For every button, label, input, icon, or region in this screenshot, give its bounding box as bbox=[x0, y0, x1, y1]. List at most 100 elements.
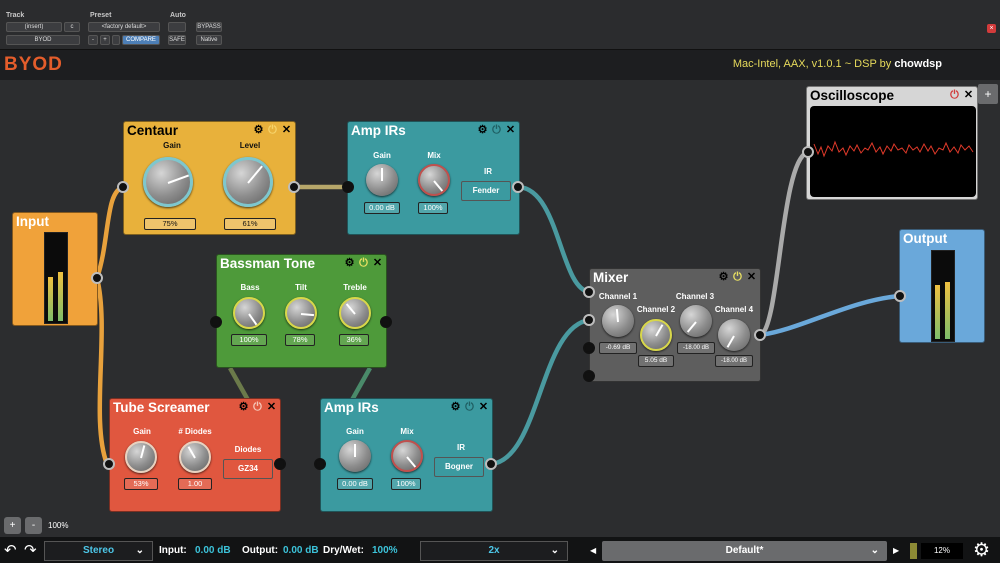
mixer-input-port-1[interactable] bbox=[583, 286, 595, 298]
mode-selector[interactable]: Stereo ⌄ bbox=[44, 541, 153, 561]
amp-irs-2-input-port[interactable] bbox=[314, 458, 326, 470]
bass-value[interactable]: 100% bbox=[231, 334, 267, 346]
settings-icon[interactable]: ⚙ bbox=[477, 124, 488, 136]
treble-value[interactable]: 36% bbox=[339, 334, 369, 346]
gain-value[interactable]: 0.00 dB bbox=[364, 202, 400, 214]
channel-2-value[interactable]: 5.05 dB bbox=[638, 355, 674, 367]
tube-screamer-input-port[interactable] bbox=[103, 458, 115, 470]
close-icon[interactable]: ✕ bbox=[478, 401, 489, 413]
mixer-output-port[interactable] bbox=[754, 329, 766, 341]
tube-screamer-output-port[interactable] bbox=[274, 458, 286, 470]
settings-icon[interactable]: ⚙ bbox=[718, 271, 729, 283]
output-gain-value[interactable]: 0.00 dB bbox=[283, 545, 319, 556]
centaur-input-port[interactable] bbox=[117, 181, 129, 193]
power-icon[interactable]: ⏻ bbox=[949, 89, 960, 101]
power-icon[interactable]: ⏻ bbox=[491, 124, 502, 136]
settings-icon[interactable]: ⚙ bbox=[238, 401, 249, 413]
close-icon[interactable]: ✕ bbox=[266, 401, 277, 413]
mixer-input-port-3[interactable] bbox=[583, 342, 595, 354]
tilt-knob[interactable] bbox=[285, 297, 317, 329]
channel-4-value[interactable]: -18.00 dB bbox=[715, 355, 753, 367]
oversampling-selector[interactable]: 2x ⌄ bbox=[420, 541, 568, 561]
power-icon[interactable]: ⏻ bbox=[358, 257, 369, 269]
cable-ampirs-mixer[interactable] bbox=[518, 184, 591, 295]
power-icon[interactable]: ⏻ bbox=[252, 401, 263, 413]
oscilloscope-module[interactable]: Oscilloscope ⏻ ✕ bbox=[806, 86, 978, 200]
settings-icon[interactable]: ⚙ bbox=[253, 124, 264, 136]
cable-bassman-ampirs[interactable] bbox=[350, 366, 372, 402]
input-module[interactable]: Input bbox=[12, 212, 98, 326]
amp-irs-input-port[interactable] bbox=[342, 181, 354, 193]
gain-value[interactable]: 53% bbox=[124, 478, 158, 490]
add-module-button[interactable]: + bbox=[978, 84, 998, 104]
centaur-output-port[interactable] bbox=[288, 181, 300, 193]
settings-icon[interactable]: ⚙ bbox=[450, 401, 461, 413]
channel-3-value[interactable]: -18.00 dB bbox=[677, 342, 715, 354]
treble-knob[interactable] bbox=[339, 297, 371, 329]
diodes-count-value[interactable]: 1.00 bbox=[178, 478, 212, 490]
oscilloscope-input-port[interactable] bbox=[802, 146, 814, 158]
close-icon[interactable]: ✕ bbox=[505, 124, 516, 136]
power-icon[interactable]: ⏻ bbox=[267, 124, 278, 136]
output-module[interactable]: Output bbox=[899, 229, 985, 343]
level-knob[interactable] bbox=[223, 157, 273, 207]
bassman-output-port[interactable] bbox=[380, 316, 392, 328]
previous-preset-icon[interactable]: ◀ bbox=[590, 546, 596, 555]
bassman-input-port[interactable] bbox=[210, 316, 222, 328]
amp-irs-module-2[interactable]: Amp IRs ⚙ ⏻ ✕ Gain 0.00 dB Mix 100% IR Bog… bbox=[320, 398, 493, 512]
diodes-count-knob[interactable] bbox=[179, 441, 211, 473]
redo-icon[interactable]: ↷ bbox=[24, 541, 37, 559]
mixer-input-port-2[interactable] bbox=[583, 314, 595, 326]
close-icon[interactable]: ✕ bbox=[963, 89, 974, 101]
gain-value[interactable]: 0.00 dB bbox=[337, 478, 373, 490]
level-value[interactable]: 61% bbox=[224, 218, 276, 230]
bass-knob[interactable] bbox=[233, 297, 265, 329]
dry-wet-value[interactable]: 100% bbox=[372, 545, 398, 556]
mixer-module[interactable]: Mixer ⚙ ⏻ ✕ Channel 1 -0.69 dB Channel 2 5… bbox=[589, 268, 761, 382]
channel-1-knob[interactable] bbox=[602, 305, 634, 337]
next-preset-icon[interactable]: ▶ bbox=[893, 546, 899, 555]
preset-selector[interactable]: Default* ⌄ bbox=[602, 541, 887, 561]
close-icon[interactable]: ✕ bbox=[746, 271, 757, 283]
mix-value[interactable]: 100% bbox=[418, 202, 448, 214]
zoom-in-button[interactable]: + bbox=[4, 517, 21, 534]
tube-screamer-module[interactable]: Tube Screamer ⚙ ⏻ ✕ Gain 53% # Diodes 1.00… bbox=[109, 398, 281, 512]
gain-knob[interactable] bbox=[143, 157, 193, 207]
bassman-tone-module[interactable]: Bassman Tone ⚙ ⏻ ✕ Bass 100% Tilt 78% Treb… bbox=[216, 254, 387, 368]
channel-2-knob[interactable] bbox=[640, 319, 672, 351]
mix-knob[interactable] bbox=[391, 440, 423, 472]
cable-bassman-tubescreamer[interactable] bbox=[228, 366, 250, 402]
ir-selector[interactable]: Fender bbox=[461, 181, 511, 201]
zoom-out-button[interactable]: - bbox=[25, 517, 42, 534]
output-input-port[interactable] bbox=[894, 290, 906, 302]
channel-4-knob[interactable] bbox=[718, 319, 750, 351]
amp-irs-module-1[interactable]: Amp IRs ⚙ ⏻ ✕ Gain 0.00 dB Mix 100% IR Fen… bbox=[347, 121, 520, 235]
power-icon[interactable]: ⏻ bbox=[732, 271, 743, 283]
mix-value[interactable]: 100% bbox=[391, 478, 421, 490]
mixer-input-port-4[interactable] bbox=[583, 370, 595, 382]
cable-input-tubescreamer[interactable] bbox=[94, 277, 110, 465]
channel-3-knob[interactable] bbox=[680, 305, 712, 337]
amp-irs-output-port[interactable] bbox=[512, 181, 524, 193]
gain-knob[interactable] bbox=[366, 164, 398, 196]
input-output-port[interactable] bbox=[91, 272, 103, 284]
tilt-value[interactable]: 78% bbox=[285, 334, 315, 346]
settings-icon[interactable]: ⚙ bbox=[973, 539, 990, 562]
amp-irs-2-output-port[interactable] bbox=[485, 458, 497, 470]
settings-icon[interactable]: ⚙ bbox=[344, 257, 355, 269]
power-icon[interactable]: ⏻ bbox=[464, 401, 475, 413]
cable-mixer-oscilloscope[interactable] bbox=[758, 149, 810, 338]
ir-selector[interactable]: Bogner bbox=[434, 457, 484, 477]
gain-knob[interactable] bbox=[125, 441, 157, 473]
undo-icon[interactable]: ↶ bbox=[4, 541, 17, 559]
input-gain-value[interactable]: 0.00 dB bbox=[195, 545, 231, 556]
cable-mixer-output[interactable] bbox=[759, 293, 901, 338]
centaur-module[interactable]: Centaur ⚙ ⏻ ✕ Gain 75% Level 61% bbox=[123, 121, 296, 235]
diodes-selector[interactable]: GZ34 bbox=[223, 459, 273, 479]
cable-input-centaur[interactable] bbox=[94, 184, 125, 279]
close-icon[interactable]: ✕ bbox=[372, 257, 383, 269]
close-icon[interactable]: ✕ bbox=[281, 124, 292, 136]
mix-knob[interactable] bbox=[418, 164, 450, 196]
gain-knob[interactable] bbox=[339, 440, 371, 472]
cable-ampirs2-mixer[interactable] bbox=[490, 317, 591, 467]
